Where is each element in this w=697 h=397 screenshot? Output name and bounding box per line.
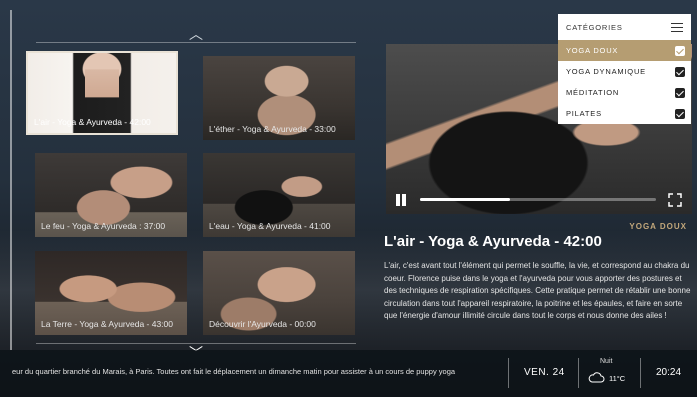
category-item-yoga-doux[interactable]: YOGA DOUX — [558, 40, 691, 61]
video-thumb-caption: Le feu - Yoga & Ayurveda : 37:00 — [41, 221, 166, 231]
video-thumb-6[interactable]: Découvrir l'Ayurveda - 00:00 — [203, 251, 355, 335]
checkbox-checked-icon[interactable] — [675, 45, 685, 56]
progress-fill — [420, 198, 510, 201]
fullscreen-icon[interactable] — [668, 193, 682, 207]
category-label: MÉDITATION — [566, 88, 620, 97]
checkbox-checked-icon[interactable] — [675, 66, 685, 77]
video-thumb-2[interactable]: L'éther - Yoga & Ayurveda - 33:00 — [203, 56, 355, 140]
video-controls — [386, 184, 692, 214]
video-thumb-3[interactable]: Le feu - Yoga & Ayurveda : 37:00 — [35, 153, 187, 237]
category-label: PILATES — [566, 109, 602, 118]
grid-divider-top — [36, 42, 356, 43]
video-title: L'air - Yoga & Ayurveda - 42:00 — [384, 233, 602, 250]
footer-divider — [508, 358, 509, 388]
video-thumb-caption: Découvrir l'Ayurveda - 00:00 — [209, 319, 316, 329]
frame-edge — [10, 10, 12, 350]
time-display: 20:24 — [656, 367, 682, 378]
checkbox-checked-icon[interactable] — [675, 87, 685, 98]
video-description: L'air, c'est avant tout l'élément qui pe… — [384, 261, 691, 320]
category-item-yoga-dynamique[interactable]: YOGA DYNAMIQUE — [558, 61, 691, 82]
category-item-pilates[interactable]: PILATES — [558, 103, 691, 124]
progress-bar[interactable] — [420, 198, 656, 201]
footer-divider — [578, 358, 579, 388]
footer-bar: eur du quartier branché du Marais, à Par… — [0, 350, 697, 397]
category-label: YOGA DOUX — [566, 46, 619, 55]
grid-divider-bottom — [36, 343, 356, 344]
categories-title: CATÉGORIES — [566, 22, 623, 32]
categories-header: CATÉGORIES — [558, 14, 691, 40]
scroll-up-icon[interactable]: ︿ — [188, 27, 204, 41]
checkbox-checked-icon[interactable] — [675, 108, 685, 119]
video-thumb-5[interactable]: La Terre - Yoga & Ayurveda - 43:00 — [35, 251, 187, 335]
category-label: YOGA DYNAMIQUE — [566, 67, 646, 76]
weather-label: Nuit — [600, 358, 613, 365]
temperature: 11°C — [609, 374, 626, 383]
video-thumb-caption: L'eau - Yoga & Ayurveda - 41:00 — [209, 221, 331, 231]
categories-panel: CATÉGORIES YOGA DOUX YOGA DYNAMIQUE MÉDI… — [558, 14, 691, 124]
footer-divider — [640, 358, 641, 388]
video-thumb-caption: L'éther - Yoga & Ayurveda - 33:00 — [209, 124, 336, 134]
news-ticker: eur du quartier branché du Marais, à Par… — [12, 367, 456, 376]
category-item-meditation[interactable]: MÉDITATION — [558, 82, 691, 103]
pause-icon[interactable] — [394, 193, 408, 207]
video-thumb-4[interactable]: L'eau - Yoga & Ayurveda - 41:00 — [203, 153, 355, 237]
menu-icon[interactable] — [671, 22, 683, 32]
cloud-moon-icon — [588, 370, 606, 384]
video-thumb-caption: L'air - Yoga & Ayurveda - 42:00 — [34, 117, 151, 127]
video-thumb-caption: La Terre - Yoga & Ayurveda - 43:00 — [41, 319, 174, 329]
date-display: VEN. 24 — [524, 367, 565, 378]
category-tag: YOGA DOUX — [629, 222, 687, 231]
video-thumb-1[interactable]: L'air - Yoga & Ayurveda - 42:00 — [26, 51, 178, 135]
